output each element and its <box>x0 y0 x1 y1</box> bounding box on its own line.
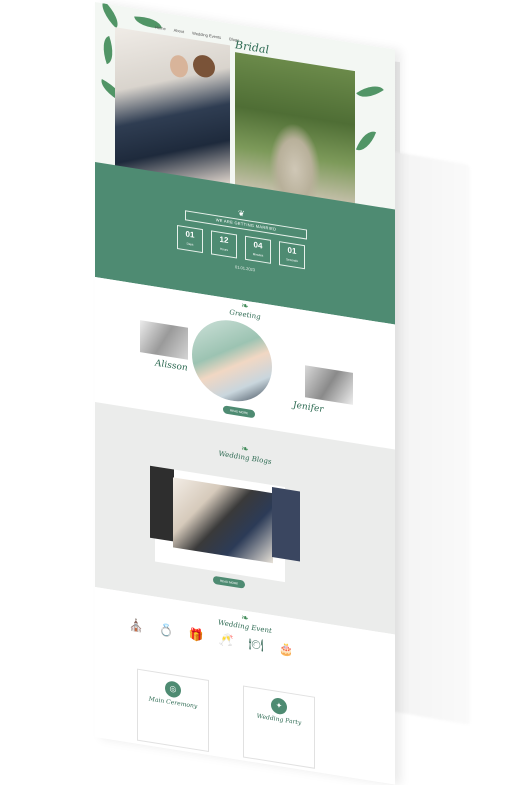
nav-events[interactable]: Wedding Events <box>192 30 221 40</box>
countdown-seconds: 01 Seconds <box>279 241 305 270</box>
groom-name: Jenifer <box>293 400 324 416</box>
blog-image-right <box>272 487 300 562</box>
nav-about[interactable]: About <box>174 27 184 34</box>
champagne-icon: 🥂 <box>218 631 234 648</box>
hands-photo <box>190 312 274 410</box>
leaf-icon <box>356 79 384 104</box>
event-ring[interactable]: 💍 <box>155 622 177 639</box>
event-dinner[interactable]: 🍽 <box>245 636 267 653</box>
website-mockup-page: Home About Wedding Events Blogs Bridal ❦… <box>95 2 395 785</box>
cake-icon: 🎂 <box>278 641 294 658</box>
leaf-icon <box>355 126 377 156</box>
hero-couple-photo <box>115 27 230 186</box>
event-gift[interactable]: 🎁 <box>185 626 207 643</box>
bride-name: Alisson <box>155 358 188 374</box>
photo-face <box>170 53 188 79</box>
gift-icon: 🎁 <box>188 626 204 644</box>
nav-home[interactable]: Home <box>155 24 166 31</box>
couple-read-more-button[interactable]: READ MORE <box>223 405 256 419</box>
ring-icon: ◎ <box>165 680 181 699</box>
blog-image-left <box>150 465 174 542</box>
ring-icon: 💍 <box>158 622 174 639</box>
leaf-icon <box>96 2 124 29</box>
countdown-hours: 12 Hours <box>211 230 237 259</box>
photo-hair <box>193 53 215 80</box>
dinner-icon: 🍽 <box>248 636 264 653</box>
church-icon: ⛪ <box>128 617 144 634</box>
dinner-icon: ✦ <box>271 696 287 716</box>
countdown-days: 01 Days <box>177 224 203 254</box>
event-church[interactable]: ⛪ <box>125 617 147 634</box>
hero-forest-photo <box>235 52 355 207</box>
groom-photo <box>305 365 353 405</box>
doves-icon: ❦ <box>238 208 245 219</box>
event-card-party[interactable]: ✦ Wedding Party <box>243 685 315 769</box>
countdown-minutes: 04 Minutes <box>245 235 271 264</box>
bride-photo <box>140 320 188 360</box>
event-toast[interactable]: 🥂 <box>215 631 237 648</box>
event-cake[interactable]: 🎂 <box>275 641 297 658</box>
blog-read-more-button[interactable]: READ MORE <box>213 575 246 589</box>
